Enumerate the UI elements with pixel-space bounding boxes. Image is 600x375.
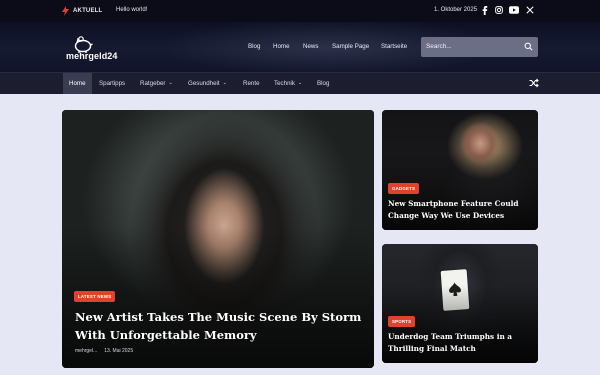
search-placeholder: Search... [426, 43, 452, 50]
category-badge[interactable]: SPORTS [388, 316, 416, 327]
header-nav-blog[interactable]: Blog [248, 43, 260, 50]
breaking-news-link[interactable]: Hello world! [116, 7, 147, 13]
main-navigation: Home Spartipps Ratgeber ⌄ Gesundheit ⌄ Ren… [0, 72, 600, 94]
breaking-label-text: AKTUELL [73, 8, 103, 14]
facebook-icon[interactable] [480, 5, 490, 15]
featured-post-card[interactable]: LATEST NEWS New Artist Takes The Music S… [62, 110, 374, 368]
shuffle-icon[interactable] [529, 78, 539, 88]
search-input[interactable]: Search... [421, 37, 538, 57]
youtube-icon[interactable] [509, 5, 519, 15]
nav-item-label: Spartipps [99, 80, 126, 87]
header-nav-startseite[interactable]: Startseite [381, 43, 407, 50]
nav-item-label: Ratgeber [140, 80, 166, 87]
breaking-news-label: AKTUELL [62, 6, 102, 16]
site-header: mehrgeld24 Blog Home News Sample Page St… [0, 22, 600, 72]
nav-item-label: Technik [274, 80, 295, 87]
side-post-card[interactable]: SPORTS Underdog Team Triumphs in a Thril… [382, 244, 538, 363]
search-icon[interactable] [524, 42, 533, 51]
category-badge[interactable]: GADGETS [388, 183, 420, 194]
post-author[interactable]: mehrgel... [75, 348, 97, 354]
instagram-icon[interactable] [494, 5, 504, 15]
post-date: 13. Mai 2025 [104, 348, 134, 354]
post-meta: mehrgel... 13. Mai 2025 [75, 348, 133, 354]
featured-post-title[interactable]: New Artist Takes The Music Scene By Stor… [75, 308, 365, 344]
nav-item-home[interactable]: Home [63, 73, 92, 94]
side-post-title[interactable]: New Smartphone Feature Could Change Way … [388, 198, 534, 222]
nav-item-ratgeber[interactable]: Ratgeber ⌄ [134, 73, 179, 94]
site-logo-text[interactable]: mehrgeld24 [66, 51, 118, 61]
nav-item-label: Home [69, 80, 86, 87]
nav-item-label: Blog [317, 80, 330, 87]
nav-item-blog[interactable]: Blog [311, 73, 335, 94]
nav-item-label: Gesundheit [188, 80, 220, 87]
chevron-down-icon: ⌄ [222, 80, 227, 86]
category-badge[interactable]: LATEST NEWS [74, 291, 116, 302]
side-post-card[interactable]: GADGETS New Smartphone Feature Could Cha… [382, 110, 538, 230]
x-icon[interactable] [525, 5, 535, 15]
header-nav-home[interactable]: Home [273, 43, 290, 50]
header-nav-news[interactable]: News [303, 43, 318, 50]
top-bar: AKTUELL Hello world! 1. Oktober 2025 [0, 0, 600, 22]
chevron-down-icon: ⌄ [168, 80, 173, 86]
nav-item-gesundheit[interactable]: Gesundheit ⌄ [182, 73, 233, 94]
header-nav-sample-page[interactable]: Sample Page [332, 43, 369, 50]
nav-item-label: Rente [243, 80, 260, 87]
current-date: 1. Oktober 2025 [434, 7, 478, 13]
nav-item-spartipps[interactable]: Spartipps [93, 73, 131, 94]
nav-item-rente[interactable]: Rente [237, 73, 266, 94]
chevron-down-icon: ⌄ [297, 80, 303, 86]
nav-item-technik[interactable]: Technik ⌄ [268, 73, 308, 94]
bolt-icon [62, 6, 69, 16]
side-post-title[interactable]: Underdog Team Triumphs in a Thrilling Fi… [388, 331, 534, 355]
